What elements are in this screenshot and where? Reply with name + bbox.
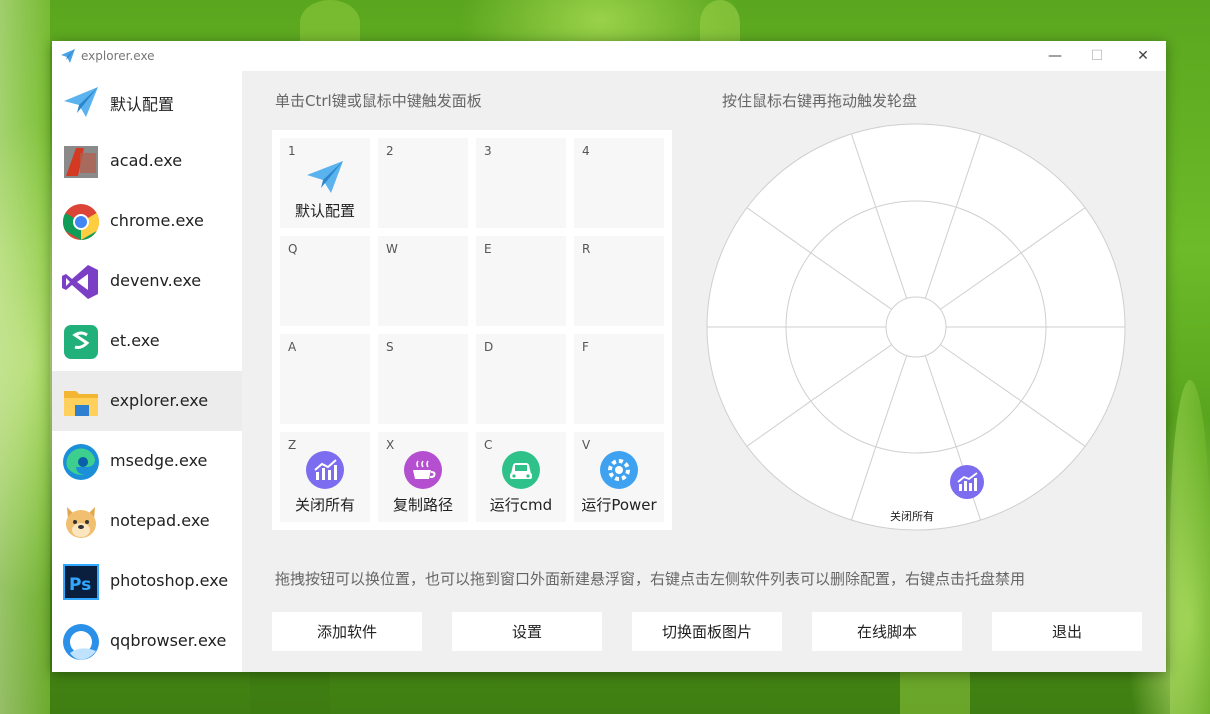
maximize-button[interactable]: ☐ (1074, 41, 1120, 71)
cell-label: 关闭所有 (294, 496, 355, 514)
settings-button[interactable]: 设置 (452, 612, 602, 651)
grass-blade (700, 0, 740, 45)
sidebar-item-devenv[interactable]: devenv.exe (52, 251, 242, 311)
grass-blade (900, 672, 970, 714)
cell-key: V (582, 438, 591, 452)
cell-key: F (582, 340, 589, 354)
cell-key: W (386, 242, 398, 256)
wps-spreadsheet-icon (64, 325, 98, 359)
app-window: explorer.exe — ☐ ✕ 默认配置 acad.exe chrome.… (52, 41, 1166, 672)
hotkey-cell-z[interactable]: Z 关闭所有 (280, 432, 370, 522)
switch-panel-image-button[interactable]: 切换面板图片 (632, 612, 782, 651)
cell-key: S (386, 340, 394, 354)
sidebar-item-label: explorer.exe (110, 391, 209, 410)
gear-blue-icon (600, 451, 638, 489)
chrome-icon (62, 204, 100, 240)
sidebar-item-label: devenv.exe (110, 271, 202, 290)
sidebar-item-label: qqbrowser.exe (110, 631, 227, 650)
hotkey-cell-v[interactable]: V 运行Power (574, 432, 664, 522)
cell-key: Q (288, 242, 298, 256)
folder-icon (64, 391, 98, 416)
cell-label: 默认配置 (294, 202, 355, 220)
grass-blade (1170, 380, 1210, 714)
cell-key: A (288, 340, 297, 354)
paper-plane-icon (61, 49, 75, 63)
sidebar-item-label: chrome.exe (110, 211, 204, 230)
cell-key: D (484, 340, 494, 354)
grass-blade (250, 672, 330, 714)
cell-key: 4 (582, 144, 590, 158)
hotkey-cell-x[interactable]: X 复制路径 (378, 432, 468, 522)
app-list-sidebar: 默认配置 acad.exe chrome.exe devenv.exe et.e… (52, 71, 242, 672)
hotkey-cell-s[interactable]: S (378, 334, 468, 424)
edge-icon (63, 444, 99, 480)
sidebar-item-msedge[interactable]: msedge.exe (52, 431, 242, 491)
hotkey-cell-1[interactable]: 1 默认配置 (280, 138, 370, 228)
online-scripts-button[interactable]: 在线脚本 (812, 612, 962, 651)
sidebar-item-label: acad.exe (110, 151, 183, 170)
sidebar-item-label: notepad.exe (110, 511, 210, 530)
sidebar-item-label: et.exe (110, 331, 160, 350)
sidebar-item-label: msedge.exe (110, 451, 208, 470)
cell-key: X (386, 438, 395, 452)
hotkey-cell-4[interactable]: 4 (574, 138, 664, 228)
paper-plane-icon (307, 161, 343, 193)
hotkey-cell-d[interactable]: D (476, 334, 566, 424)
cell-key: E (484, 242, 492, 256)
minimize-button[interactable]: — (1032, 41, 1078, 71)
hotkey-cell-a[interactable]: A (280, 334, 370, 424)
window-title: explorer.exe (81, 49, 155, 63)
cell-key: Z (288, 438, 297, 452)
cell-key: C (484, 438, 493, 452)
sidebar-item-qqbrowser[interactable]: qqbrowser.exe (52, 611, 242, 671)
hotkey-cell-2[interactable]: 2 (378, 138, 468, 228)
wheel-item-label: 关闭所有 (890, 510, 934, 523)
cell-label: 运行cmd (489, 496, 553, 514)
wheel-hint: 按住鼠标右键再拖动触发轮盘 (722, 92, 918, 110)
sidebar-item-notepad[interactable]: notepad.exe (52, 491, 242, 551)
sidebar-item-label: 默认配置 (110, 95, 175, 114)
hotkey-cell-f[interactable]: F (574, 334, 664, 424)
sidebar-item-chrome[interactable]: chrome.exe (52, 191, 242, 251)
cell-key: 1 (288, 144, 296, 158)
sidebar-item-explorer[interactable]: explorer.exe (52, 371, 242, 431)
grass-blade (0, 0, 50, 714)
doge-icon (66, 507, 96, 538)
hotkey-panel: 1 默认配置 2 3 4 Q W E R A S D F Z 关闭所有 X 复制… (272, 130, 672, 530)
radial-wheel[interactable] (706, 120, 1128, 534)
cell-label: 复制路径 (392, 496, 453, 514)
svg-text:Ps: Ps (69, 575, 91, 595)
sidebar-item-label: photoshop.exe (110, 571, 229, 590)
cell-key: R (582, 242, 591, 256)
cell-key: 2 (386, 144, 394, 158)
grass-blade (300, 0, 360, 45)
close-button[interactable]: ✕ (1120, 41, 1166, 71)
car-icon (502, 451, 540, 489)
footer-hint: 拖拽按钮可以换位置，也可以拖到窗口外面新建悬浮窗，右键点击左侧软件列表可以删除配… (275, 570, 1026, 588)
sidebar-item-default-config[interactable]: 默认配置 (52, 71, 242, 131)
photoshop-icon: Ps (63, 564, 99, 600)
hotkey-cell-q[interactable]: Q (280, 236, 370, 326)
cell-label: 运行Power (581, 496, 657, 514)
chart-purple-icon (950, 465, 984, 499)
hotkey-cell-e[interactable]: E (476, 236, 566, 326)
autocad-icon (64, 146, 98, 178)
paper-plane-icon (64, 87, 98, 117)
hotkey-cell-w[interactable]: W (378, 236, 468, 326)
visual-studio-icon (62, 265, 98, 299)
hotkey-cell-c[interactable]: C 运行cmd (476, 432, 566, 522)
cell-key: 3 (484, 144, 492, 158)
panel-hint: 单击Ctrl键或鼠标中键触发面板 (275, 92, 482, 110)
sidebar-item-et[interactable]: et.exe (52, 311, 242, 371)
add-software-button[interactable]: 添加软件 (272, 612, 422, 651)
exit-button[interactable]: 退出 (992, 612, 1142, 651)
chart-purple-icon (306, 451, 344, 489)
title-bar[interactable]: explorer.exe — ☐ ✕ (52, 41, 1166, 71)
qqbrowser-icon (63, 624, 99, 660)
hotkey-cell-r[interactable]: R (574, 236, 664, 326)
sidebar-item-acad[interactable]: acad.exe (52, 131, 242, 191)
sidebar-item-photoshop[interactable]: Ps photoshop.exe (52, 551, 242, 611)
hotkey-cell-3[interactable]: 3 (476, 138, 566, 228)
coffee-icon (404, 451, 442, 489)
